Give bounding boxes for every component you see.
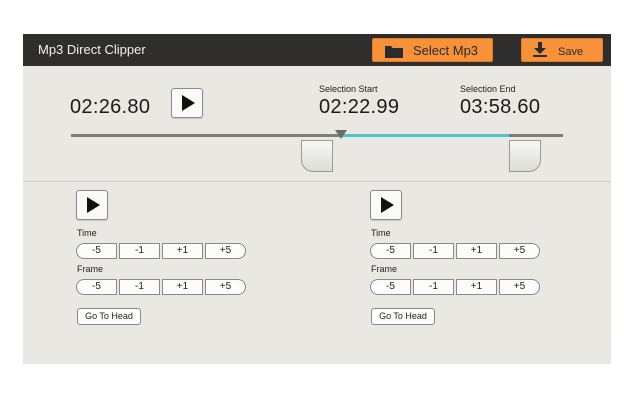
main-play-button[interactable] bbox=[171, 88, 203, 118]
selection-start-handle[interactable] bbox=[301, 140, 333, 172]
time-label: Time bbox=[371, 228, 391, 238]
app-window: Mp3 Direct Clipper Select Mp3 Save 02:26… bbox=[23, 34, 611, 364]
end-play-button[interactable] bbox=[370, 190, 402, 220]
frame-minus-1-button[interactable]: -1 bbox=[413, 279, 454, 295]
play-icon bbox=[182, 95, 195, 111]
go-to-head-button[interactable]: Go To Head bbox=[371, 308, 435, 325]
selection-start-time: 02:22.99 bbox=[319, 96, 400, 118]
frame-plus-5-button[interactable]: +5 bbox=[499, 279, 540, 295]
time-minus-1-button[interactable]: -1 bbox=[413, 243, 454, 259]
selection-range bbox=[339, 134, 509, 137]
download-icon bbox=[533, 42, 547, 62]
folder-icon bbox=[385, 45, 403, 63]
time-plus-1-button[interactable]: +1 bbox=[162, 243, 203, 259]
app-title: Mp3 Direct Clipper bbox=[38, 42, 146, 57]
time-plus-1-button[interactable]: +1 bbox=[456, 243, 497, 259]
selection-end-label: Selection End bbox=[460, 84, 516, 94]
start-controls: Time -5 -1 +1 +5 Frame -5 -1 +1 +5 Go To… bbox=[76, 190, 276, 330]
time-minus-1-button[interactable]: -1 bbox=[119, 243, 160, 259]
go-to-head-button[interactable]: Go To Head bbox=[77, 308, 141, 325]
title-bar: Mp3 Direct Clipper Select Mp3 Save bbox=[23, 34, 611, 66]
frame-label: Frame bbox=[371, 264, 398, 274]
start-play-button[interactable] bbox=[76, 190, 108, 220]
select-mp3-label: Select Mp3 bbox=[413, 43, 479, 58]
time-minus-5-button[interactable]: -5 bbox=[370, 243, 411, 259]
panel-divider bbox=[23, 181, 611, 182]
time-minus-5-button[interactable]: -5 bbox=[76, 243, 117, 259]
save-button[interactable]: Save bbox=[521, 38, 603, 62]
current-time: 02:26.80 bbox=[70, 96, 151, 118]
save-label: Save bbox=[558, 46, 584, 58]
frame-minus-5-button[interactable]: -5 bbox=[370, 279, 411, 295]
frame-label: Frame bbox=[77, 264, 104, 274]
frame-minus-5-button[interactable]: -5 bbox=[76, 279, 117, 295]
frame-minus-1-button[interactable]: -1 bbox=[119, 279, 160, 295]
frame-plus-5-button[interactable]: +5 bbox=[205, 279, 246, 295]
frame-plus-1-button[interactable]: +1 bbox=[162, 279, 203, 295]
select-mp3-button[interactable]: Select Mp3 bbox=[372, 38, 493, 62]
selection-end-time: 03:58.60 bbox=[460, 96, 541, 118]
play-icon bbox=[87, 197, 100, 213]
play-icon bbox=[381, 197, 394, 213]
playhead-marker[interactable] bbox=[335, 126, 347, 144]
selection-start-label: Selection Start bbox=[319, 84, 378, 94]
selection-end-handle[interactable] bbox=[509, 140, 541, 172]
time-plus-5-button[interactable]: +5 bbox=[205, 243, 246, 259]
time-label: Time bbox=[77, 228, 97, 238]
time-plus-5-button[interactable]: +5 bbox=[499, 243, 540, 259]
end-controls: Time -5 -1 +1 +5 Frame -5 -1 +1 +5 Go To… bbox=[370, 190, 570, 330]
frame-plus-1-button[interactable]: +1 bbox=[456, 279, 497, 295]
